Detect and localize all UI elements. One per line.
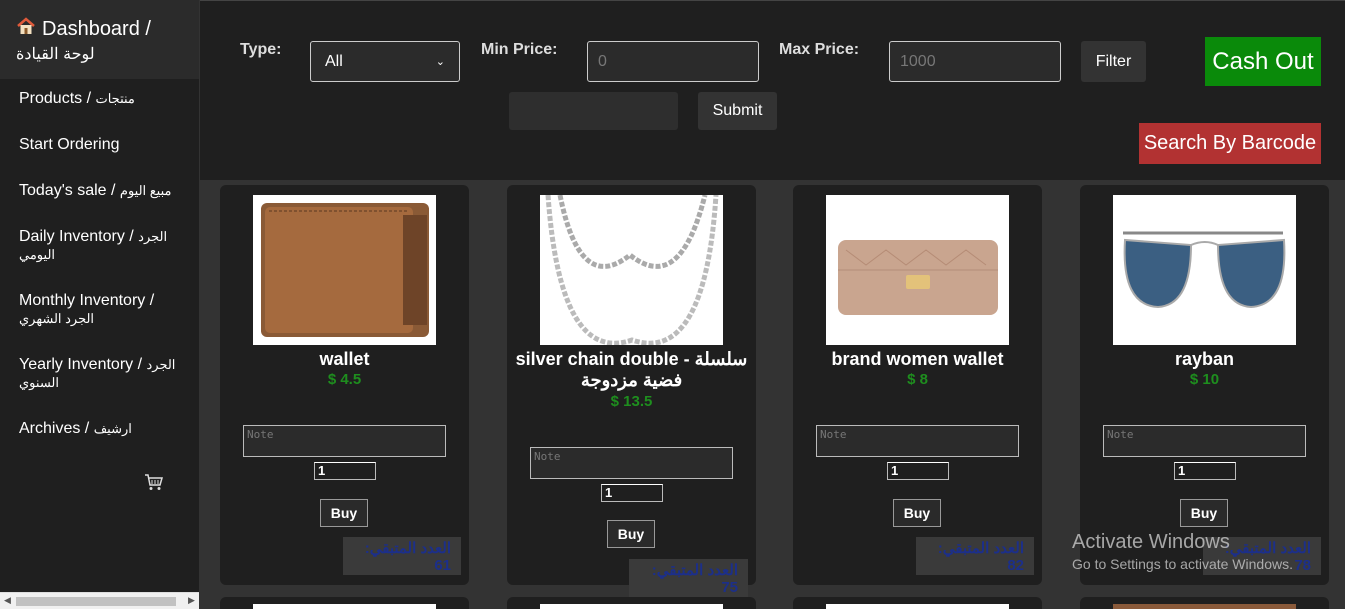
remaining-count: العدد المتبقي: 82 xyxy=(916,537,1034,575)
product-card-rayban: rayban $ 10 Note 1 Buy العدد المتبقي: 78 xyxy=(1080,185,1329,585)
type-select[interactable]: All ⌄ xyxy=(310,41,460,82)
note-field[interactable]: Note xyxy=(243,425,446,457)
chevron-down-icon: ⌄ xyxy=(435,56,445,68)
scroll-right-icon[interactable]: ▶ xyxy=(188,595,195,606)
quantity-input[interactable]: 1 xyxy=(601,484,663,502)
quantity-input[interactable]: 1 xyxy=(1174,462,1236,480)
buy-button[interactable]: Buy xyxy=(320,499,368,527)
product-price: $ 13.5 xyxy=(610,393,653,410)
product-name: brand women wallet xyxy=(831,349,1004,369)
watermark-subtitle: Go to Settings to activate Windows. xyxy=(1072,556,1293,572)
buy-button[interactable]: Buy xyxy=(1180,499,1228,527)
product-card-partial xyxy=(507,597,756,609)
sidebar-header[interactable]: Dashboard / لوحة القيادة xyxy=(0,0,199,79)
product-image xyxy=(540,604,723,609)
type-select-value: All xyxy=(325,52,343,70)
scrollbar-thumb[interactable] xyxy=(16,597,176,606)
dashboard-title-ar: لوحة القيادة xyxy=(16,46,95,63)
product-image xyxy=(1113,604,1296,609)
sidebar-item-monthly-inventory[interactable]: Monthly Inventory / الجرد الشهري xyxy=(19,292,184,328)
product-price: $ 10 xyxy=(1189,371,1220,388)
filter-button[interactable]: Filter xyxy=(1081,41,1146,82)
cash-out-button[interactable]: Cash Out xyxy=(1205,37,1321,86)
quantity-input[interactable]: 1 xyxy=(887,462,949,480)
product-image xyxy=(826,604,1009,609)
sidebar-item-start-ordering[interactable]: Start Ordering xyxy=(19,136,184,154)
sidebar-item-products[interactable]: Products / منتجات xyxy=(19,90,184,108)
max-price-label: Max Price: xyxy=(779,41,860,58)
product-image-women-wallet xyxy=(826,195,1009,345)
sidebar: Dashboard / لوحة القيادة Products / منتج… xyxy=(0,0,199,609)
dashboard-title: Dashboard / xyxy=(42,17,151,40)
product-card-partial xyxy=(1080,597,1329,609)
product-name: wallet xyxy=(319,349,370,369)
watermark-title: Activate Windows xyxy=(1072,531,1230,553)
sidebar-horizontal-scrollbar[interactable]: ◀ ▶ xyxy=(0,592,199,609)
product-card-women-wallet: brand women wallet $ 8 Note 1 Buy العدد … xyxy=(793,185,1042,585)
activate-windows-watermark: Activate Windows Go to Settings to activ… xyxy=(1072,531,1293,572)
scroll-left-icon[interactable]: ◀ xyxy=(4,595,11,606)
buy-button[interactable]: Buy xyxy=(607,520,655,548)
product-card-silver-chain: silver chain double - سلسلة فضية مزدوجة … xyxy=(507,185,756,597)
product-name: rayban xyxy=(1174,349,1235,369)
submit-button[interactable]: Submit xyxy=(698,92,777,130)
remaining-count: العدد المتبقي: 61 xyxy=(343,537,461,575)
product-card-partial xyxy=(220,597,469,609)
sidebar-item-daily-inventory[interactable]: Daily Inventory / الجرد اليومي xyxy=(19,228,184,264)
sidebar-item-yearly-inventory[interactable]: Yearly Inventory / الجرد السنوي xyxy=(19,356,184,392)
sidebar-item-archives[interactable]: Archives / ارشيف xyxy=(19,420,184,438)
sidebar-item-todays-sale[interactable]: Today's sale / مبيع اليوم xyxy=(19,182,184,200)
search-by-barcode-button[interactable]: Search By Barcode xyxy=(1139,123,1321,164)
cart-icon[interactable] xyxy=(144,472,164,492)
product-image-rayban xyxy=(1113,195,1296,345)
barcode-input[interactable] xyxy=(509,92,678,130)
product-price: $ 8 xyxy=(907,371,928,388)
product-price: $ 4.5 xyxy=(327,371,362,388)
product-image-silver-chain xyxy=(540,195,723,345)
remaining-count: العدد المتبقي: 75 xyxy=(629,559,748,597)
home-icon xyxy=(16,16,36,42)
product-image-wallet xyxy=(253,195,436,345)
note-field[interactable]: Note xyxy=(1103,425,1306,457)
product-card-partial xyxy=(793,597,1042,609)
product-card-wallet: wallet $ 4.5 Note 1 Buy العدد المتبقي: 6… xyxy=(220,185,469,585)
min-price-label: Min Price: xyxy=(481,41,558,58)
quantity-input[interactable]: 1 xyxy=(314,462,376,480)
buy-button[interactable]: Buy xyxy=(893,499,941,527)
note-field[interactable]: Note xyxy=(816,425,1019,457)
product-image xyxy=(253,604,436,609)
product-name: silver chain double - سلسلة فضية مزدوجة xyxy=(515,349,748,390)
min-price-input[interactable]: 0 xyxy=(587,41,759,82)
max-price-input[interactable]: 1000 xyxy=(889,41,1061,82)
note-field[interactable]: Note xyxy=(530,447,733,479)
type-label: Type: xyxy=(240,41,282,58)
